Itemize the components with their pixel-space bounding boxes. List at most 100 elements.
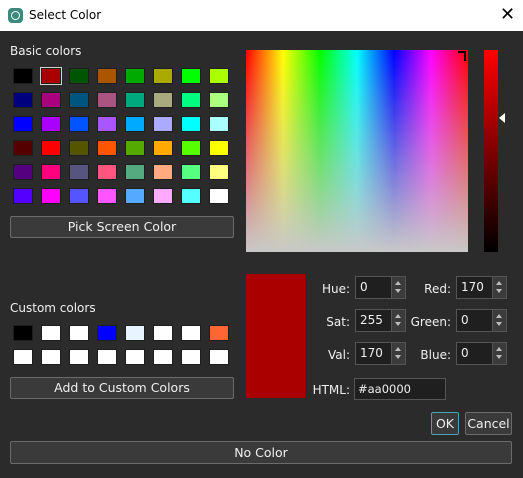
cancel-button[interactable]: Cancel bbox=[465, 412, 512, 435]
arrow-up-icon[interactable] bbox=[395, 347, 401, 351]
red-stepper[interactable] bbox=[492, 277, 506, 298]
basic-color-swatch[interactable] bbox=[153, 68, 173, 84]
color-spectrum-picker[interactable] bbox=[246, 50, 468, 252]
green-spinbox[interactable]: 0 bbox=[456, 309, 507, 332]
red-spinbox[interactable]: 170 bbox=[456, 276, 507, 299]
basic-color-swatch[interactable] bbox=[125, 188, 145, 204]
basic-color-swatch[interactable] bbox=[41, 164, 61, 180]
custom-color-swatch[interactable] bbox=[125, 349, 145, 365]
custom-color-swatch[interactable] bbox=[97, 349, 117, 365]
basic-color-swatch[interactable] bbox=[69, 188, 89, 204]
basic-color-swatch[interactable] bbox=[125, 164, 145, 180]
basic-color-swatch[interactable] bbox=[153, 116, 173, 132]
green-value[interactable]: 0 bbox=[461, 313, 469, 327]
basic-color-swatch[interactable] bbox=[97, 92, 117, 108]
basic-color-swatch[interactable] bbox=[209, 164, 229, 180]
add-to-custom-colors-button[interactable]: Add to Custom Colors bbox=[10, 377, 234, 399]
custom-color-swatch[interactable] bbox=[13, 349, 33, 365]
arrow-up-icon[interactable] bbox=[395, 281, 401, 285]
no-color-button[interactable]: No Color bbox=[10, 441, 512, 464]
pick-screen-color-button[interactable]: Pick Screen Color bbox=[10, 216, 234, 238]
basic-color-swatch[interactable] bbox=[209, 188, 229, 204]
basic-color-swatch[interactable] bbox=[153, 92, 173, 108]
custom-color-swatch[interactable] bbox=[153, 325, 173, 341]
val-stepper[interactable] bbox=[391, 343, 405, 364]
hue-stepper[interactable] bbox=[391, 277, 405, 298]
custom-color-swatch[interactable] bbox=[41, 349, 61, 365]
basic-color-swatch[interactable] bbox=[153, 188, 173, 204]
basic-color-swatch[interactable] bbox=[69, 92, 89, 108]
basic-color-swatch[interactable] bbox=[209, 140, 229, 156]
blue-value[interactable]: 0 bbox=[461, 346, 469, 360]
arrow-down-icon[interactable] bbox=[395, 322, 401, 326]
arrow-down-icon[interactable] bbox=[395, 289, 401, 293]
basic-color-swatch[interactable] bbox=[69, 164, 89, 180]
custom-color-swatch[interactable] bbox=[69, 325, 89, 341]
basic-color-swatch[interactable] bbox=[40, 67, 62, 85]
custom-color-swatch[interactable] bbox=[181, 325, 201, 341]
custom-color-swatch[interactable] bbox=[97, 325, 117, 341]
arrow-down-icon[interactable] bbox=[395, 355, 401, 359]
red-value[interactable]: 170 bbox=[461, 280, 484, 294]
basic-color-swatch[interactable] bbox=[69, 140, 89, 156]
basic-color-swatch[interactable] bbox=[13, 68, 33, 84]
basic-color-swatch[interactable] bbox=[69, 116, 89, 132]
basic-color-swatch[interactable] bbox=[209, 92, 229, 108]
custom-color-swatch[interactable] bbox=[209, 325, 229, 341]
custom-color-swatch[interactable] bbox=[181, 349, 201, 365]
basic-color-swatch[interactable] bbox=[97, 164, 117, 180]
basic-color-swatch[interactable] bbox=[97, 68, 117, 84]
blue-spinbox[interactable]: 0 bbox=[456, 342, 507, 365]
basic-color-swatch[interactable] bbox=[69, 68, 89, 84]
custom-color-swatch[interactable] bbox=[69, 349, 89, 365]
basic-color-swatch[interactable] bbox=[209, 68, 229, 84]
arrow-up-icon[interactable] bbox=[395, 314, 401, 318]
basic-color-swatch[interactable] bbox=[13, 116, 33, 132]
basic-color-swatch[interactable] bbox=[181, 164, 201, 180]
basic-color-swatch[interactable] bbox=[181, 140, 201, 156]
basic-color-swatch[interactable] bbox=[181, 92, 201, 108]
custom-color-swatch[interactable] bbox=[13, 325, 33, 341]
custom-color-swatch[interactable] bbox=[41, 325, 61, 341]
sat-spinbox[interactable]: 255 bbox=[355, 309, 406, 332]
val-spinbox[interactable]: 170 bbox=[355, 342, 406, 365]
sat-stepper[interactable] bbox=[391, 310, 405, 331]
val-value[interactable]: 170 bbox=[360, 346, 383, 360]
basic-color-swatch[interactable] bbox=[181, 68, 201, 84]
basic-color-swatch[interactable] bbox=[97, 188, 117, 204]
blue-stepper[interactable] bbox=[492, 343, 506, 364]
basic-color-swatch[interactable] bbox=[13, 188, 33, 204]
basic-color-swatch[interactable] bbox=[13, 164, 33, 180]
sat-value[interactable]: 255 bbox=[360, 313, 383, 327]
basic-color-swatch[interactable] bbox=[13, 140, 33, 156]
basic-color-swatch[interactable] bbox=[153, 164, 173, 180]
basic-color-swatch[interactable] bbox=[209, 116, 229, 132]
arrow-up-icon[interactable] bbox=[496, 281, 502, 285]
html-input[interactable]: #aa0000 bbox=[354, 378, 446, 400]
basic-color-swatch[interactable] bbox=[125, 68, 145, 84]
basic-color-swatch[interactable] bbox=[181, 116, 201, 132]
basic-color-swatch[interactable] bbox=[41, 140, 61, 156]
custom-color-swatch[interactable] bbox=[125, 325, 145, 341]
basic-color-swatch[interactable] bbox=[97, 116, 117, 132]
basic-color-swatch[interactable] bbox=[125, 140, 145, 156]
arrow-down-icon[interactable] bbox=[496, 355, 502, 359]
arrow-down-icon[interactable] bbox=[496, 289, 502, 293]
ok-button[interactable]: OK bbox=[431, 412, 459, 435]
basic-color-swatch[interactable] bbox=[153, 140, 173, 156]
luminance-pointer-icon[interactable] bbox=[499, 113, 505, 123]
basic-color-swatch[interactable] bbox=[41, 188, 61, 204]
basic-color-swatch[interactable] bbox=[181, 188, 201, 204]
basic-color-swatch[interactable] bbox=[41, 92, 61, 108]
basic-color-swatch[interactable] bbox=[97, 140, 117, 156]
basic-color-swatch[interactable] bbox=[125, 116, 145, 132]
basic-color-swatch[interactable] bbox=[13, 92, 33, 108]
green-stepper[interactable] bbox=[492, 310, 506, 331]
luminance-slider[interactable] bbox=[484, 50, 498, 252]
basic-color-swatch[interactable] bbox=[125, 92, 145, 108]
close-icon[interactable]: ✕ bbox=[492, 0, 523, 31]
html-value[interactable]: #aa0000 bbox=[358, 382, 411, 396]
arrow-up-icon[interactable] bbox=[496, 347, 502, 351]
basic-color-swatch[interactable] bbox=[41, 116, 61, 132]
arrow-up-icon[interactable] bbox=[496, 314, 502, 318]
